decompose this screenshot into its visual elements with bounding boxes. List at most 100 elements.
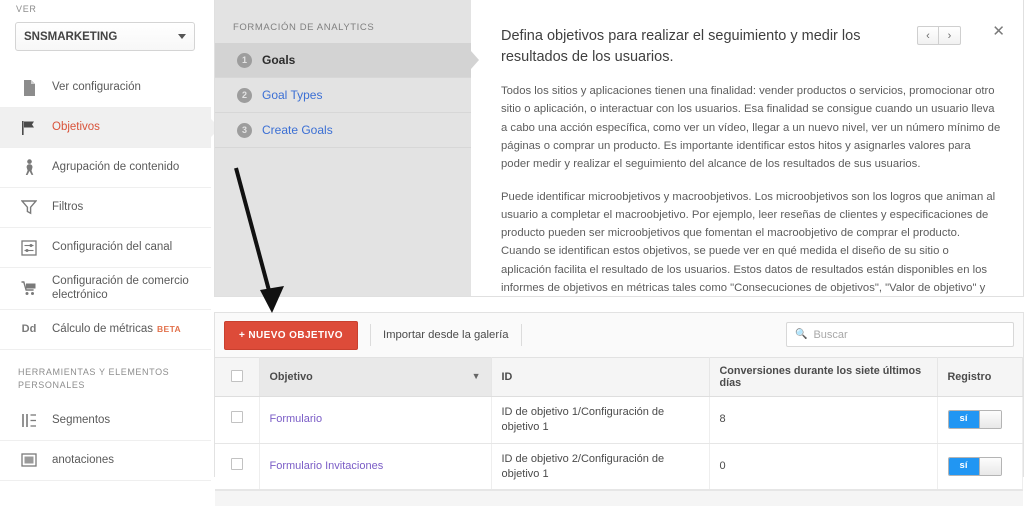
help-step-goal-types[interactable]: 2 Goal Types bbox=[215, 78, 471, 113]
table-footer bbox=[215, 490, 1023, 507]
sidebar-item-label: Objetivos bbox=[52, 121, 100, 134]
sidebar-item-ver-configuracion[interactable]: Ver configuración bbox=[0, 68, 211, 108]
help-step-create-goals[interactable]: 3 Create Goals bbox=[215, 113, 471, 148]
help-steps-title: FORMACIÓN DE ANALYTICS bbox=[233, 22, 375, 33]
view-selector-value: SNSMARKETING bbox=[24, 30, 118, 43]
sidebar-item-agrupacion-de-contenido[interactable]: Agrupación de contenido bbox=[0, 148, 211, 188]
dd-icon: Dd bbox=[21, 323, 37, 336]
view-section-label: VER bbox=[16, 4, 37, 14]
goal-id-cell: ID de objetivo 2/Configuración de objeti… bbox=[491, 443, 710, 491]
help-prev-button[interactable]: ‹ bbox=[917, 26, 939, 45]
sidebar-item-label: Segmentos bbox=[52, 414, 111, 427]
help-content: ‹ › ✕ Defina objetivos para realizar el … bbox=[471, 0, 1023, 296]
select-all-header[interactable] bbox=[215, 357, 260, 397]
view-selector[interactable]: SNSMARKETING bbox=[15, 22, 195, 51]
sidebar-item-text: Configuración de comercio electrónico bbox=[52, 275, 189, 302]
chevron-down-icon bbox=[178, 34, 186, 39]
row-checkbox[interactable] bbox=[230, 458, 243, 471]
column-header-id[interactable]: ID bbox=[491, 357, 710, 397]
row-select-cell[interactable] bbox=[215, 396, 260, 444]
sidebar-nav: Ver configuración Objetivos Agrupación d… bbox=[0, 68, 211, 481]
table-header-row: Objetivo ▼ ID Conversiones durante los s… bbox=[215, 357, 1023, 397]
step-number: 2 bbox=[237, 87, 252, 103]
step-number: 1 bbox=[237, 52, 252, 68]
cart-icon bbox=[18, 278, 40, 298]
sort-descending-icon: ▼ bbox=[471, 371, 481, 381]
help-panel: FORMACIÓN DE ANALYTICS 1 Goals 2 Goal Ty… bbox=[214, 0, 1024, 297]
table-row: Formulario ID de objetivo 1/Configuració… bbox=[215, 396, 1023, 444]
step-number: 3 bbox=[237, 122, 252, 138]
sidebar-item-objetivos[interactable]: Objetivos bbox=[0, 108, 211, 148]
sidebar-item-calculo-de-metricas[interactable]: Dd Cálculo de métricas BETA bbox=[0, 310, 211, 350]
sidebar-section-title: HERRAMIENTAS Y ELEMENTOS PERSONALES bbox=[18, 366, 170, 391]
help-step-goals[interactable]: 1 Goals bbox=[215, 43, 471, 78]
search-icon: 🔍 bbox=[795, 329, 808, 340]
sidebar-item-label: anotaciones bbox=[52, 454, 115, 467]
goal-id-cell: ID de objetivo 1/Configuración de objeti… bbox=[491, 396, 710, 444]
toggle-on-label: sí bbox=[948, 458, 979, 476]
search-input[interactable]: 🔍 Buscar bbox=[786, 322, 1014, 347]
goals-panel: + NUEVO OBJETIVO Importar desde la galer… bbox=[214, 312, 1024, 507]
step-label: Goal Types bbox=[262, 88, 323, 102]
search-placeholder: Buscar bbox=[813, 328, 848, 341]
goal-link[interactable]: Formulario bbox=[270, 413, 323, 425]
annotations-icon bbox=[18, 450, 40, 470]
record-toggle[interactable]: sí bbox=[947, 410, 1002, 430]
sliders-icon bbox=[18, 238, 40, 258]
sidebar-item-label: Configuración de comercio electrónico bbox=[52, 274, 201, 303]
sidebar-item-label: Agrupación de contenido bbox=[52, 161, 180, 174]
help-steps-list: FORMACIÓN DE ANALYTICS 1 Goals 2 Goal Ty… bbox=[215, 0, 471, 296]
sidebar-item-configuracion-del-canal[interactable]: Configuración del canal bbox=[0, 228, 211, 268]
sidebar-item-label: Ver configuración bbox=[52, 81, 141, 94]
sidebar: VER SNSMARKETING Ver configuración Objet… bbox=[0, 0, 211, 481]
document-icon bbox=[18, 78, 40, 98]
sidebar-item-label: Filtros bbox=[52, 201, 84, 214]
record-cell: sí bbox=[937, 443, 1023, 491]
segments-icon bbox=[18, 410, 40, 430]
toolbar-divider bbox=[520, 324, 522, 346]
table-row: Formulario Invitaciones ID de objetivo 2… bbox=[215, 443, 1023, 491]
sidebar-item-label: Cálculo de métricas BETA bbox=[52, 322, 181, 336]
help-paragraph-1: Todos los sitios y aplicaciones tienen u… bbox=[501, 85, 1001, 171]
toggle-off-side bbox=[978, 411, 1001, 429]
record-cell: sí bbox=[937, 396, 1023, 444]
column-label: Objetivo bbox=[269, 371, 313, 383]
column-header-registro[interactable]: Registro bbox=[937, 357, 1023, 397]
goals-toolbar: + NUEVO OBJETIVO Importar desde la galer… bbox=[215, 313, 1023, 357]
toggle-on-label: sí bbox=[948, 411, 979, 429]
sidebar-item-label: Configuración del canal bbox=[52, 241, 173, 254]
help-paragraph-2: Puede identificar microobjetivos y macro… bbox=[501, 190, 996, 294]
toggle-off-side bbox=[978, 458, 1001, 476]
row-select-cell[interactable] bbox=[215, 443, 260, 491]
conversions-cell: 8 bbox=[709, 396, 938, 444]
funnel-icon bbox=[18, 198, 40, 218]
sidebar-item-filtros[interactable]: Filtros bbox=[0, 188, 211, 228]
help-next-button[interactable]: › bbox=[939, 26, 961, 45]
close-icon[interactable]: ✕ bbox=[992, 24, 1005, 39]
conversions-cell: 0 bbox=[709, 443, 938, 491]
toolbar-divider bbox=[369, 324, 371, 346]
step-label: Goals bbox=[262, 53, 296, 67]
sidebar-item-anotaciones[interactable]: anotaciones bbox=[0, 441, 211, 481]
goal-link[interactable]: Formulario Invitaciones bbox=[270, 460, 384, 472]
record-toggle[interactable]: sí bbox=[947, 457, 1002, 477]
person-icon bbox=[18, 158, 40, 178]
import-from-gallery-button[interactable]: Importar desde la galería bbox=[383, 329, 509, 341]
help-title: Defina objetivos para realizar el seguim… bbox=[501, 28, 861, 66]
analytics-admin-screen: VER SNSMARKETING Ver configuración Objet… bbox=[0, 0, 1024, 517]
row-checkbox[interactable] bbox=[230, 411, 243, 424]
goals-table: Objetivo ▼ ID Conversiones durante los s… bbox=[215, 357, 1023, 491]
new-goal-button[interactable]: + NUEVO OBJETIVO bbox=[224, 320, 358, 350]
sidebar-item-segmentos[interactable]: Segmentos bbox=[0, 401, 211, 441]
column-header-conversiones[interactable]: Conversiones durante los siete últimos d… bbox=[709, 357, 938, 397]
beta-badge: BETA bbox=[156, 324, 182, 335]
column-header-objetivo[interactable]: Objetivo ▼ bbox=[259, 357, 492, 397]
sidebar-item-configuracion-de-comercio-electronico[interactable]: Configuración de comercio electrónico bbox=[0, 268, 211, 310]
help-pagination: ‹ › bbox=[917, 26, 961, 45]
select-all-checkbox[interactable] bbox=[230, 369, 243, 382]
flag-icon bbox=[18, 118, 40, 138]
step-label: Create Goals bbox=[262, 123, 333, 137]
goal-name-cell: Formulario Invitaciones bbox=[259, 443, 492, 491]
sidebar-item-text: Cálculo de métricas bbox=[52, 323, 153, 336]
goal-name-cell: Formulario bbox=[259, 396, 492, 444]
